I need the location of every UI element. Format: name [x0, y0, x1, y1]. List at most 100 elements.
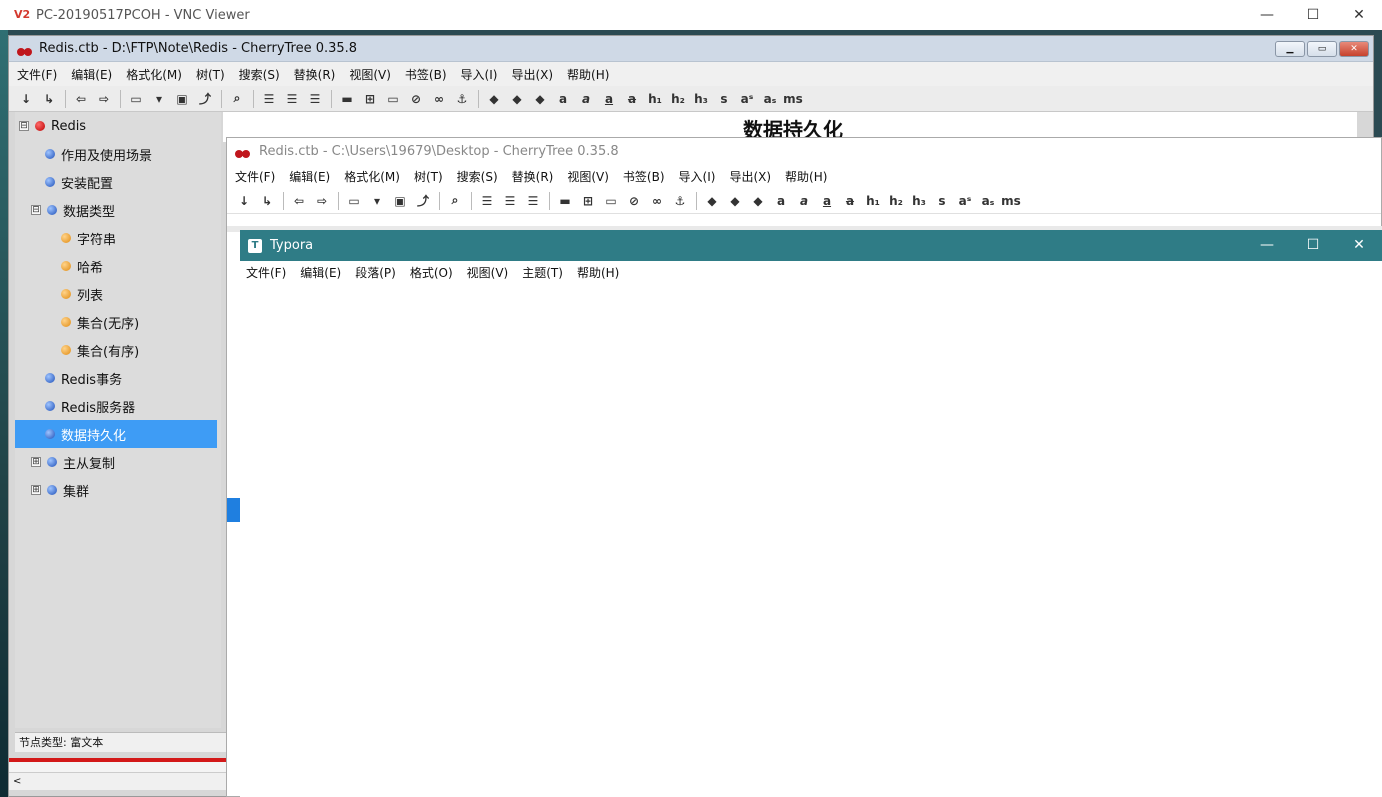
- h2-button[interactable]: h₂: [887, 192, 905, 210]
- h1-button[interactable]: h₁: [864, 192, 882, 210]
- back-icon[interactable]: ⇦: [290, 192, 308, 210]
- typora-minimize-button[interactable]: —: [1244, 230, 1290, 261]
- ct_mid-menu-item[interactable]: 文件(F): [235, 168, 275, 185]
- ct_back-menu-item[interactable]: 导入(I): [461, 66, 498, 83]
- tree-node[interactable]: 安装配置: [15, 168, 217, 196]
- ct_mid-menu-item[interactable]: 书签(B): [623, 168, 665, 185]
- numbered-list-icon[interactable]: ☰: [501, 192, 519, 210]
- todo-list-icon[interactable]: ☰: [306, 90, 324, 108]
- back-icon[interactable]: ⇦: [72, 90, 90, 108]
- insert-image-icon[interactable]: ▬: [556, 192, 574, 210]
- dropdown-icon[interactable]: ▾: [368, 192, 386, 210]
- text-color-icon[interactable]: ◆: [703, 192, 721, 210]
- insert-table-icon[interactable]: ⊞: [361, 90, 379, 108]
- h3-button[interactable]: h₃: [910, 192, 928, 210]
- add-subnode-icon[interactable]: ↳: [40, 90, 58, 108]
- collapse-icon[interactable]: ⊟: [31, 205, 41, 215]
- ct_back-menu-item[interactable]: 文件(F): [17, 66, 57, 83]
- tree-node[interactable]: 字符串: [15, 224, 217, 252]
- ct_mid-menu-item[interactable]: 搜索(S): [457, 168, 498, 185]
- anchor-icon[interactable]: ⚓: [453, 90, 471, 108]
- ct-back-maximize-button[interactable]: ▭: [1307, 41, 1337, 57]
- horizontal-scrollbar[interactable]: <: [9, 772, 227, 790]
- attach-file-icon[interactable]: ⊘: [407, 90, 425, 108]
- vnc-maximize-button[interactable]: ☐: [1290, 0, 1336, 30]
- strikethrough-button[interactable]: a: [841, 192, 859, 210]
- tree-node[interactable]: Redis事务: [15, 364, 217, 392]
- vnc-minimize-button[interactable]: —: [1244, 0, 1290, 30]
- tree-node[interactable]: ⊞ 主从复制: [15, 448, 217, 476]
- superscript-button[interactable]: aˢ: [956, 192, 974, 210]
- ct_back-menu-item[interactable]: 编辑(E): [71, 66, 112, 83]
- collapse-icon[interactable]: ⊟: [19, 121, 29, 131]
- ct_mid-menu-item[interactable]: 导出(X): [729, 168, 771, 185]
- add-node-icon[interactable]: ↓: [17, 90, 35, 108]
- todo-list-icon[interactable]: ☰: [524, 192, 542, 210]
- tree-node[interactable]: 列表: [15, 280, 217, 308]
- expand-icon[interactable]: ⊞: [31, 485, 41, 495]
- insert-image-icon[interactable]: ▬: [338, 90, 356, 108]
- tree-node[interactable]: ⊟ 数据类型: [15, 196, 217, 224]
- insert-codebox-icon[interactable]: ▭: [384, 90, 402, 108]
- typora-close-button[interactable]: ✕: [1336, 230, 1382, 261]
- ct_back-menu-item[interactable]: 帮助(H): [567, 66, 609, 83]
- ct_mid-menu-item[interactable]: 视图(V): [567, 168, 609, 185]
- ct_mid-menu-item[interactable]: 格式化(M): [344, 168, 400, 185]
- typora-menu-item[interactable]: 主题(T): [522, 264, 563, 281]
- tree-node[interactable]: 集合(有序): [15, 336, 217, 364]
- attach-file-icon[interactable]: ⊘: [625, 192, 643, 210]
- strikethrough-button[interactable]: a: [623, 90, 641, 108]
- tree-node[interactable]: 集合(无序): [15, 308, 217, 336]
- superscript-button[interactable]: aˢ: [738, 90, 756, 108]
- monospace-button[interactable]: ms: [783, 90, 803, 108]
- ct_back-menu-item[interactable]: 替换(R): [294, 66, 336, 83]
- dropdown-icon[interactable]: ▾: [150, 90, 168, 108]
- subscript-button[interactable]: aₛ: [979, 192, 997, 210]
- tree-node[interactable]: ⊞ 集群: [15, 476, 217, 504]
- typora-editor-area[interactable]: [240, 283, 1382, 797]
- tree-node[interactable]: 数据持久化: [15, 420, 217, 448]
- underline-button[interactable]: a: [600, 90, 618, 108]
- forward-icon[interactable]: ⇨: [313, 192, 331, 210]
- ct_back-menu-item[interactable]: 导出(X): [511, 66, 553, 83]
- export-pdf-icon[interactable]: ⤴: [196, 90, 214, 108]
- tree-node[interactable]: ⊟ Redis: [15, 112, 217, 140]
- vnc-close-button[interactable]: ✕: [1336, 0, 1382, 30]
- save-icon[interactable]: ▣: [391, 192, 409, 210]
- ct_mid-menu-item[interactable]: 帮助(H): [785, 168, 827, 185]
- clear-format-icon[interactable]: ◆: [531, 90, 549, 108]
- ct-back-close-button[interactable]: ✕: [1339, 41, 1369, 57]
- clear-format-icon[interactable]: ◆: [749, 192, 767, 210]
- bulleted-list-icon[interactable]: ☰: [478, 192, 496, 210]
- anchor-icon[interactable]: ⚓: [671, 192, 689, 210]
- ct_mid-menu-item[interactable]: 替换(R): [512, 168, 554, 185]
- small-button[interactable]: s: [933, 192, 951, 210]
- add-subnode-icon[interactable]: ↳: [258, 192, 276, 210]
- bold-button[interactable]: a: [772, 192, 790, 210]
- subscript-button[interactable]: aₛ: [761, 90, 779, 108]
- italic-button[interactable]: a: [795, 192, 813, 210]
- text-color-icon[interactable]: ◆: [485, 90, 503, 108]
- h1-button[interactable]: h₁: [646, 90, 664, 108]
- numbered-list-icon[interactable]: ☰: [283, 90, 301, 108]
- italic-button[interactable]: a: [577, 90, 595, 108]
- export-pdf-icon[interactable]: ⤴: [414, 192, 432, 210]
- monospace-button[interactable]: ms: [1001, 192, 1021, 210]
- ct_back-menu-item[interactable]: 树(T): [196, 66, 225, 83]
- typora-menu-item[interactable]: 视图(V): [467, 264, 509, 281]
- ct_mid-menu-item[interactable]: 导入(I): [679, 168, 716, 185]
- open-file-icon[interactable]: ▭: [127, 90, 145, 108]
- ct_back-menu-item[interactable]: 书签(B): [405, 66, 447, 83]
- ct_mid-menu-item[interactable]: 树(T): [414, 168, 443, 185]
- typora-menu-item[interactable]: 段落(P): [355, 264, 396, 281]
- insert-table-icon[interactable]: ⊞: [579, 192, 597, 210]
- bg-color-icon[interactable]: ◆: [508, 90, 526, 108]
- small-button[interactable]: s: [715, 90, 733, 108]
- insert-codebox-icon[interactable]: ▭: [602, 192, 620, 210]
- ct-back-minimize-button[interactable]: ▁: [1275, 41, 1305, 57]
- typora-maximize-button[interactable]: ☐: [1290, 230, 1336, 261]
- ct_mid-menu-item[interactable]: 编辑(E): [289, 168, 330, 185]
- tree-node[interactable]: 作用及使用场景: [15, 140, 217, 168]
- tree-node[interactable]: Redis服务器: [15, 392, 217, 420]
- forward-icon[interactable]: ⇨: [95, 90, 113, 108]
